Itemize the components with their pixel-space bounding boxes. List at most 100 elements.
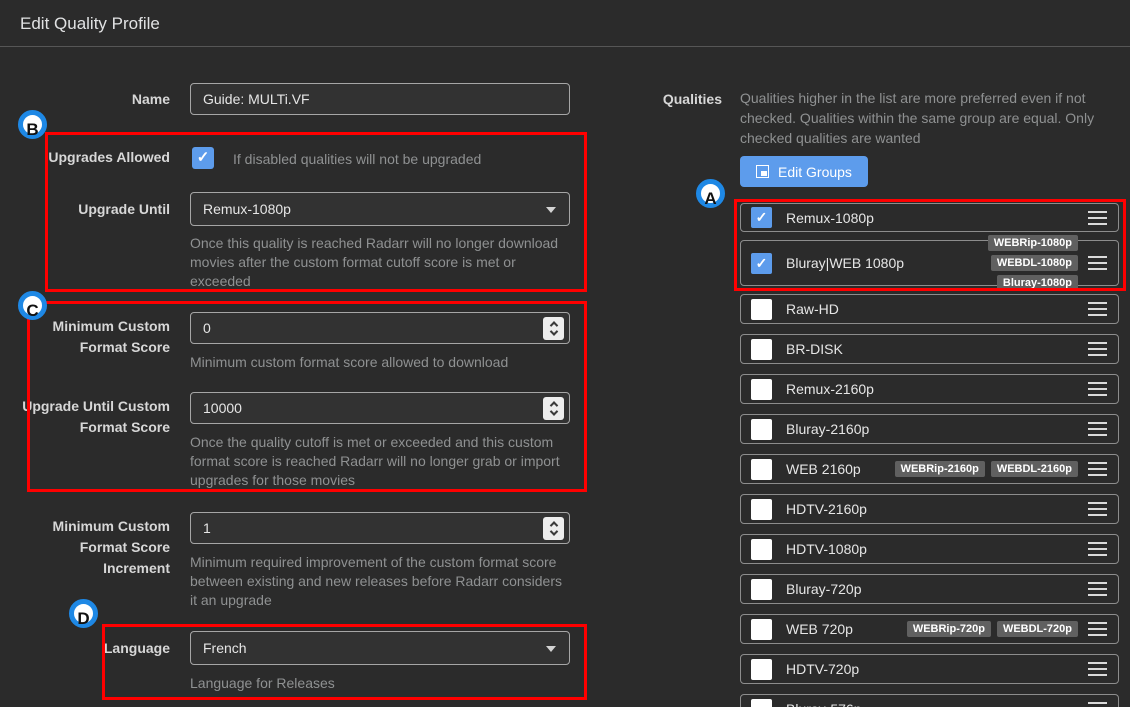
number-spinner[interactable] [543,317,564,340]
name-input[interactable]: Guide: MULTi.VF [190,83,570,115]
quality-checkbox[interactable] [751,379,772,400]
quality-item-label: Remux-1080p [786,210,874,226]
language-select[interactable]: French [190,631,570,665]
modal-header: Edit Quality Profile [0,0,1130,47]
quality-item-label: WEB 720p [786,621,853,637]
quality-checkbox[interactable] [751,699,772,707]
quality-item[interactable]: Remux-2160p [740,374,1119,404]
min-format-score-label: Minimum Custom Format Score [20,316,170,358]
number-spinner[interactable] [543,517,564,540]
spinner-down-icon[interactable] [549,407,557,415]
quality-badge: WEBRip-1080p [988,235,1078,251]
quality-checkbox[interactable]: ✓ [751,207,772,228]
quality-badges: WEBRip-1080p WEBDL-1080p Bluray-1080p [904,235,1078,291]
quality-checkbox[interactable] [751,659,772,680]
annotation-marker-a: A [696,179,725,208]
quality-item[interactable]: Raw-HD [740,294,1119,324]
quality-item-label: BR-DISK [786,341,843,357]
page-title: Edit Quality Profile [20,0,160,47]
quality-item[interactable]: Bluray-720p [740,574,1119,604]
quality-item-label: Bluray|WEB 1080p [786,255,904,271]
quality-checkbox[interactable] [751,299,772,320]
upgrade-until-select[interactable]: Remux-1080p [190,192,570,226]
min-increment-value: 1 [203,520,211,536]
drag-handle-icon[interactable] [1088,302,1107,316]
drag-handle-icon[interactable] [1088,542,1107,556]
min-format-score-input[interactable]: 0 [190,312,570,344]
edit-quality-profile-modal: Edit Quality Profile Name Guide: MULTi.V… [0,0,1130,707]
number-spinner[interactable] [543,397,564,420]
upgrade-until-score-input[interactable]: 10000 [190,392,570,424]
quality-item[interactable]: HDTV-2160p [740,494,1119,524]
quality-checkbox[interactable] [751,339,772,360]
quality-checkbox[interactable] [751,459,772,480]
quality-item[interactable]: ✓ Remux-1080p [740,203,1119,232]
quality-item[interactable]: BR-DISK [740,334,1119,364]
quality-item[interactable]: HDTV-720p [740,654,1119,684]
quality-badges: WEBRip-2160pWEBDL-2160p [895,461,1078,477]
language-value: French [203,640,247,656]
language-help: Language for Releases [190,674,335,693]
quality-checkbox[interactable] [751,499,772,520]
checkmark-icon: ✓ [197,149,210,166]
quality-item[interactable]: ✓Bluray|WEB 1080pWEBRip-1080pWEBDL-1080p… [740,240,1119,286]
upgrades-allowed-label: Upgrades Allowed [20,147,170,168]
drag-handle-icon[interactable] [1088,256,1107,270]
upgrades-allowed-checkbox[interactable]: ✓ [192,147,214,169]
drag-handle-icon[interactable] [1088,382,1107,396]
quality-item[interactable]: Bluray-2160p [740,414,1119,444]
edit-groups-icon [756,165,769,178]
min-increment-help: Minimum required improvement of the cust… [190,553,572,610]
quality-badge: WEBDL-720p [997,621,1078,637]
quality-badge: WEBRip-720p [907,621,991,637]
drag-handle-icon[interactable] [1088,502,1107,516]
quality-item-label: HDTV-2160p [786,501,867,517]
quality-checkbox[interactable] [751,539,772,560]
quality-item-label: Raw-HD [786,301,839,317]
quality-item[interactable]: HDTV-1080p [740,534,1119,564]
edit-groups-label: Edit Groups [778,164,852,180]
quality-item-label: WEB 2160p [786,461,861,477]
quality-item[interactable]: WEB 720p WEBRip-720p WEBDL-720p [740,614,1119,644]
upgrades-allowed-help: If disabled qualities will not be upgrad… [233,150,481,169]
qualities-label: Qualities [600,91,722,107]
upgrade-until-score-value: 10000 [203,400,242,416]
upgrade-until-value: Remux-1080p [203,201,291,217]
annotation-marker-d: D [69,599,98,628]
min-format-score-value: 0 [203,320,211,336]
drag-handle-icon[interactable] [1088,422,1107,436]
min-increment-input[interactable]: 1 [190,512,570,544]
name-label: Name [20,83,170,115]
quality-checkbox[interactable] [751,579,772,600]
upgrade-until-score-help: Once the quality cutoff is met or exceed… [190,433,572,490]
qualities-help: Qualities higher in the list are more pr… [740,88,1130,148]
spinner-down-icon[interactable] [549,527,557,535]
chevron-down-icon [546,207,556,213]
min-increment-label: Minimum Custom Format Score Increment [20,516,170,579]
quality-checkbox[interactable]: ✓ [751,253,772,274]
quality-checkbox[interactable] [751,419,772,440]
drag-handle-icon[interactable] [1088,342,1107,356]
quality-badge: WEBDL-1080p [991,255,1078,271]
quality-item-label: HDTV-720p [786,661,859,677]
spinner-down-icon[interactable] [549,327,557,335]
quality-item-label: Remux-2160p [786,381,874,397]
min-format-score-help: Minimum custom format score allowed to d… [190,353,572,372]
edit-groups-button[interactable]: Edit Groups [740,156,868,187]
annotation-marker-c: C [18,291,47,320]
upgrade-until-help: Once this quality is reached Radarr will… [190,234,572,291]
quality-badge: Bluray-1080p [997,275,1078,291]
drag-handle-icon[interactable] [1088,702,1107,707]
quality-item[interactable]: WEB 2160p WEBRip-2160pWEBDL-2160p [740,454,1119,484]
quality-item[interactable]: Bluray-576p [740,694,1119,707]
quality-badge: WEBRip-2160p [895,461,985,477]
drag-handle-icon[interactable] [1088,582,1107,596]
drag-handle-icon[interactable] [1088,462,1107,476]
quality-checkbox[interactable] [751,619,772,640]
drag-handle-icon[interactable] [1088,211,1107,225]
quality-badges: WEBRip-720p WEBDL-720p [907,621,1078,637]
drag-handle-icon[interactable] [1088,662,1107,676]
drag-handle-icon[interactable] [1088,622,1107,636]
quality-item-label: Bluray-576p [786,701,862,707]
annotation-marker-b: B [18,110,47,139]
